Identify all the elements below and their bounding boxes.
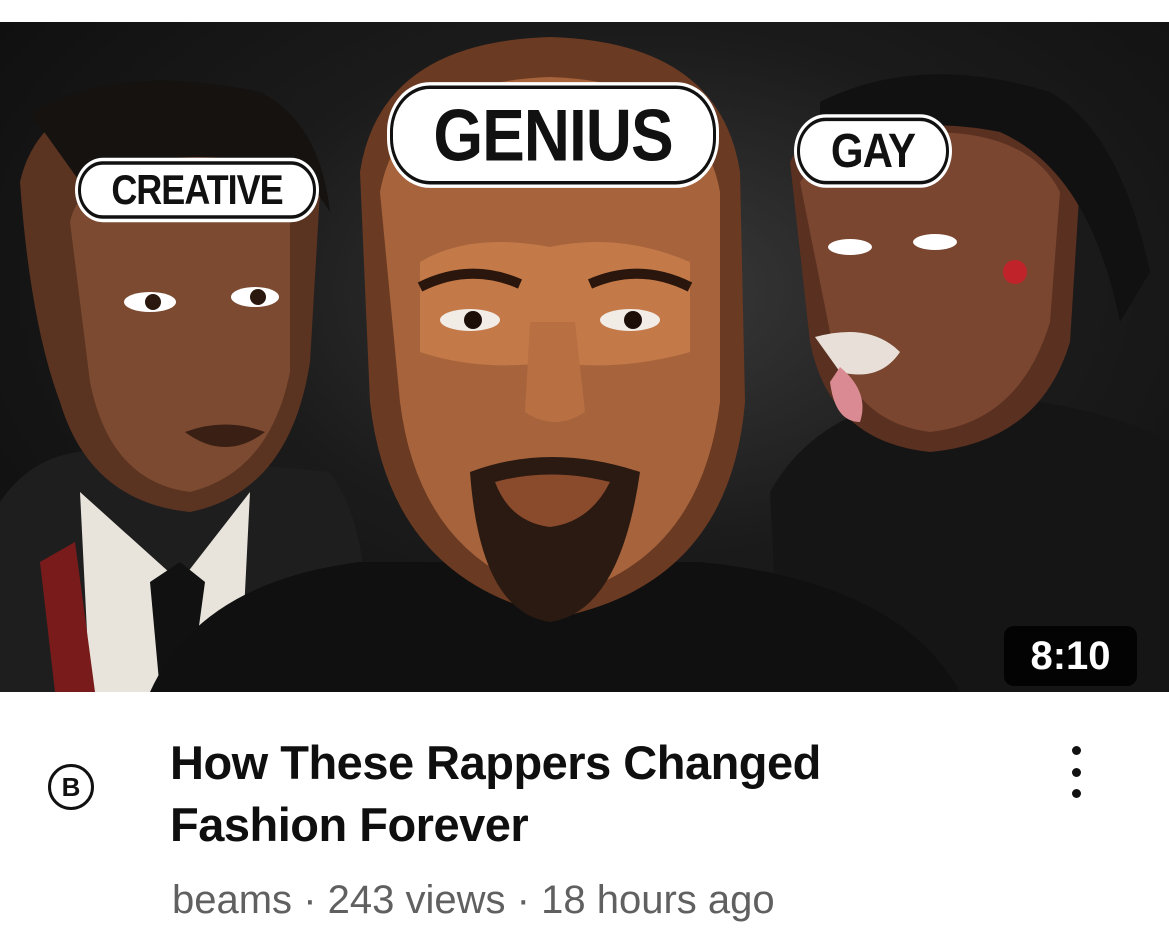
menu-dot <box>1071 746 1081 755</box>
label-creative: CREATIVE <box>78 161 316 219</box>
label-gay: GAY <box>797 117 949 185</box>
menu-dot <box>1071 767 1081 777</box>
video-title-line-2: Fashion Forever <box>170 798 529 851</box>
separator-dot: · <box>516 878 530 922</box>
video-title-line-1: How These Rappers Changed <box>170 736 821 789</box>
channel-avatar[interactable]: B <box>48 764 94 810</box>
more-vertical-icon[interactable] <box>1058 742 1094 802</box>
upload-age: 18 hours ago <box>541 878 775 922</box>
video-duration-badge: 8:10 <box>1004 626 1137 686</box>
view-count: 243 views <box>327 878 506 922</box>
video-subtitle: beams · 243 views · 18 hours ago <box>172 878 775 923</box>
separator-dot: · <box>303 878 317 922</box>
video-title[interactable]: How These Rappers Changed Fashion Foreve… <box>170 732 1010 856</box>
menu-dot <box>1071 789 1081 798</box>
video-thumbnail[interactable]: CREATIVE GENIUS GAY 8:10 <box>0 22 1169 692</box>
channel-name[interactable]: beams <box>172 878 292 922</box>
video-metadata: B How These Rappers Changed Fashion Fore… <box>0 692 1169 944</box>
label-genius: GENIUS <box>390 85 716 185</box>
